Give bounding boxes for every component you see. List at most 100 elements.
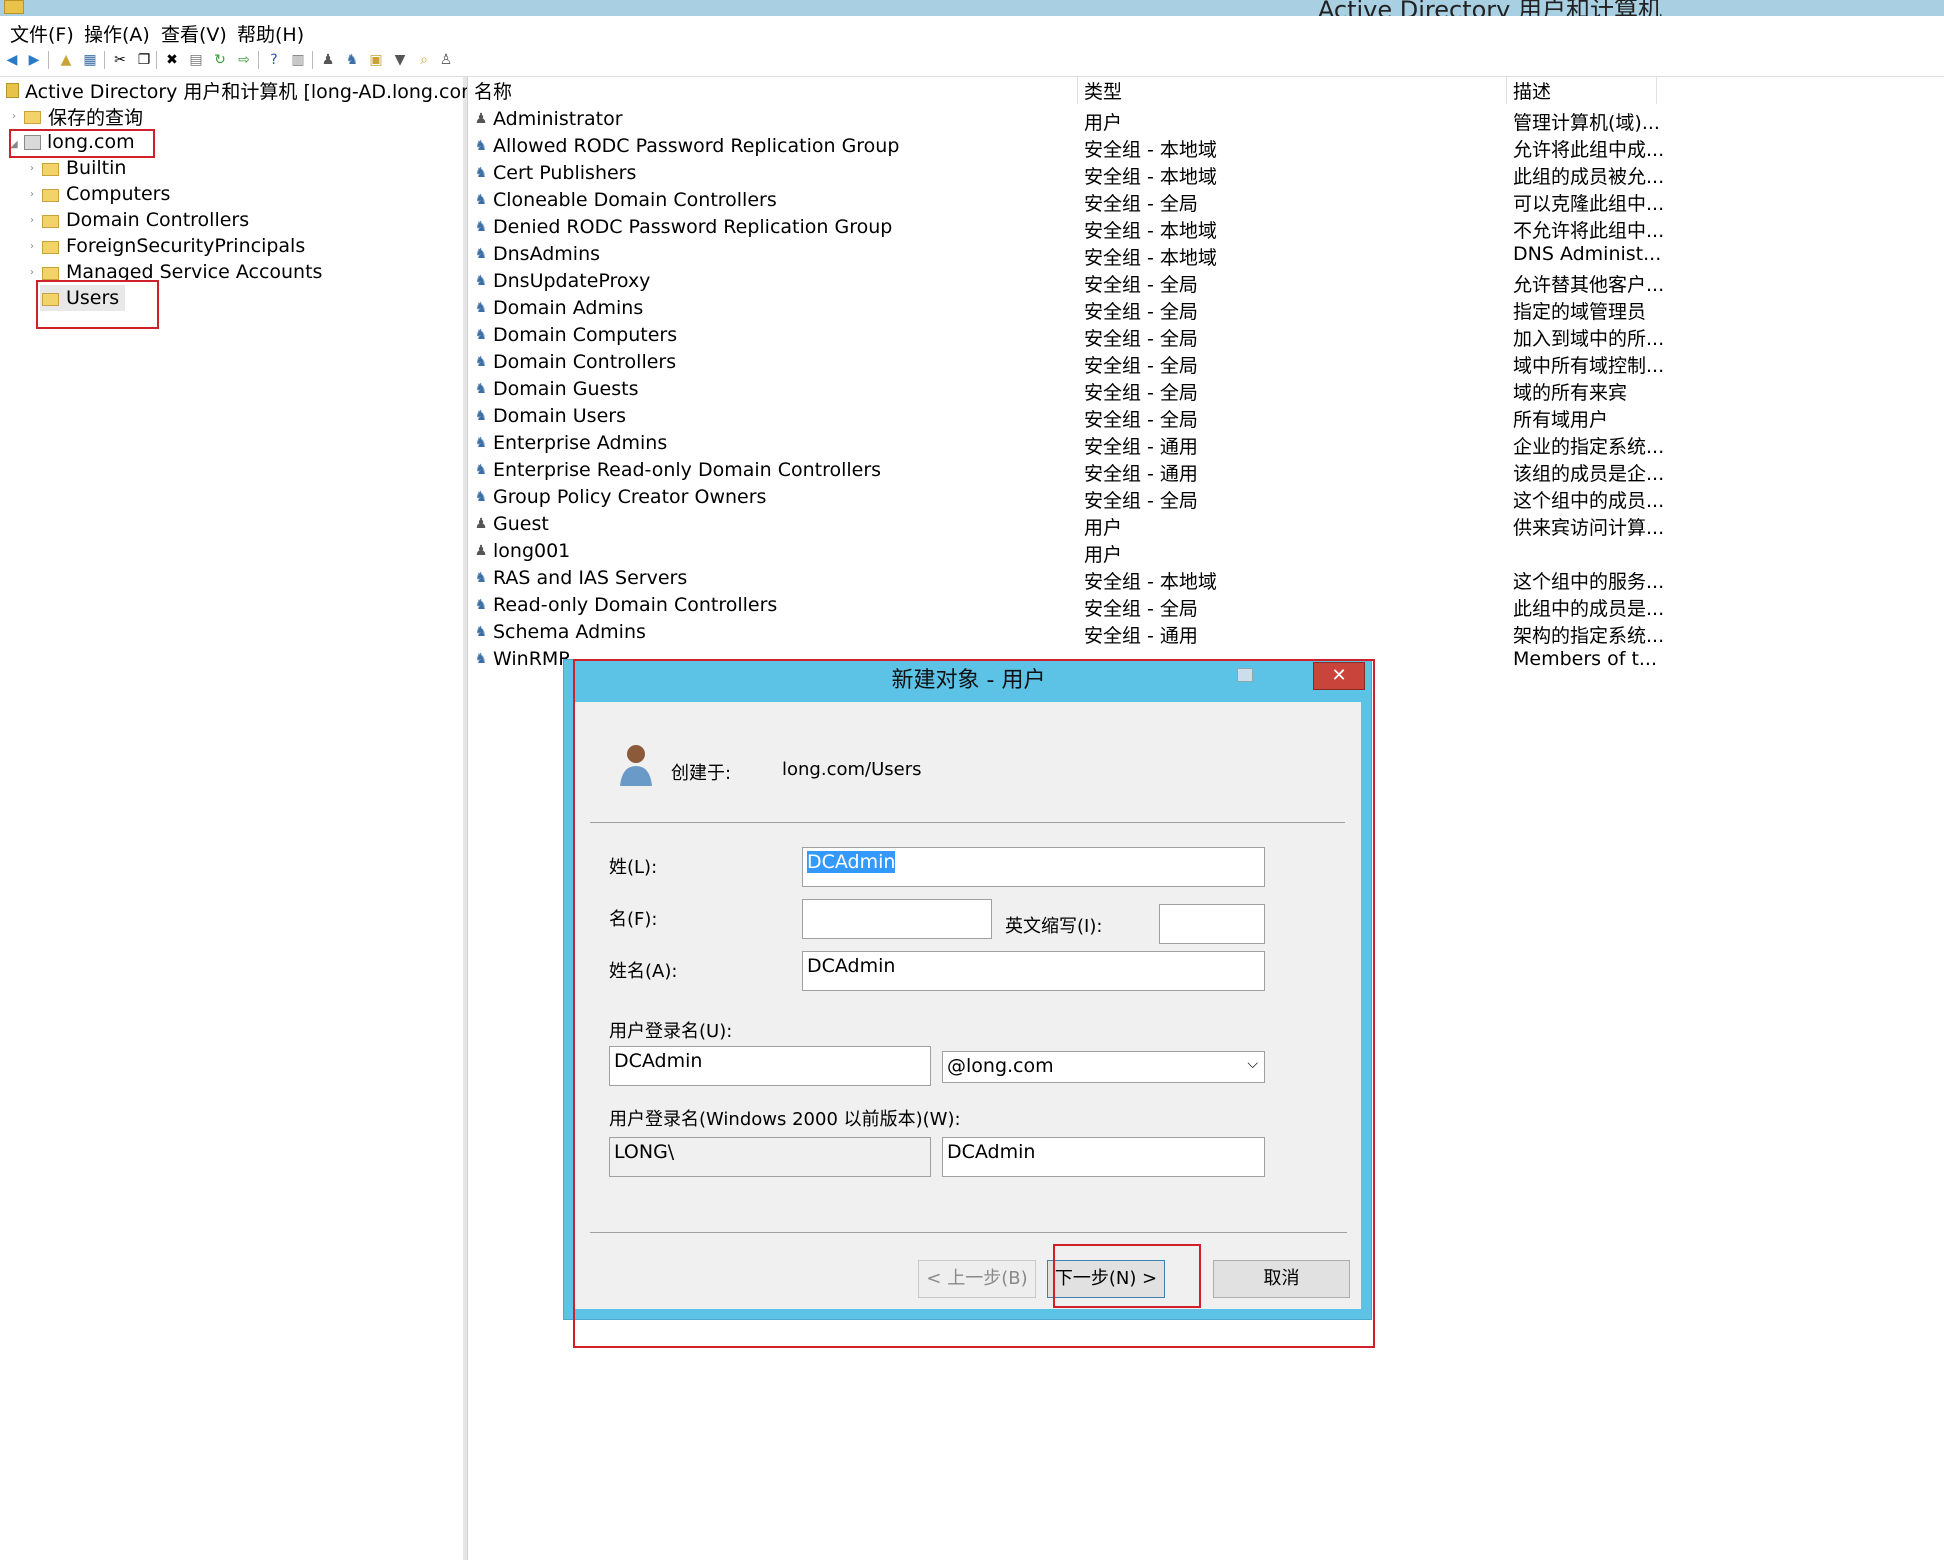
delete-icon[interactable]: ✖ — [164, 52, 180, 68]
group-icon: ♞ — [474, 624, 488, 640]
up-icon[interactable]: ▲ — [58, 52, 74, 68]
row-name-cell: ♞ Cloneable Domain Controllers — [473, 189, 777, 211]
row-name: Allowed RODC Password Replication Group — [493, 135, 900, 157]
export-icon[interactable]: ⇨ — [236, 52, 252, 68]
row-name-cell: ♞ Group Policy Creator Owners — [473, 486, 767, 508]
group-icon: ♞ — [474, 327, 488, 343]
row-name-cell: ♟ Guest — [473, 513, 549, 535]
tree-item-users[interactable]: Users — [40, 285, 126, 311]
table-row[interactable]: ♞ DnsUpdateProxy 安全组 - 全局 允许替其他客户... — [468, 268, 1944, 296]
menu-action[interactable]: 操作(A) — [84, 20, 150, 47]
back-button[interactable]: < 上一步(B) — [918, 1260, 1036, 1298]
table-row[interactable]: ♟ long001 用户 — [468, 538, 1944, 566]
cancel-button[interactable]: 取消 — [1213, 1260, 1350, 1298]
table-row[interactable]: ♞ Domain Guests 安全组 - 全局 域的所有来宾 — [468, 376, 1944, 404]
expand-arrow-icon[interactable]: › — [30, 189, 34, 200]
row-name-cell: ♞ Enterprise Read-only Domain Controllers — [473, 459, 881, 481]
tree-item-domain[interactable]: ◢ long.com — [10, 129, 135, 155]
tree-item-builtin[interactable]: › Builtin — [30, 155, 126, 181]
row-name-cell: ♞ DnsAdmins — [473, 243, 600, 265]
table-row[interactable]: ♟ Administrator 用户 管理计算机(域)... — [468, 106, 1944, 134]
last-name-input[interactable]: DCAdmin — [802, 847, 1265, 887]
expand-arrow-icon[interactable]: › — [30, 241, 34, 252]
collapse-arrow-icon[interactable]: ◢ — [10, 139, 18, 150]
toolbar-separator — [258, 51, 259, 69]
column-header-name[interactable]: 名称 — [468, 77, 1078, 104]
row-type: 安全组 - 通用 — [1084, 436, 1198, 458]
table-row[interactable]: ♞ Cloneable Domain Controllers 安全组 - 全局 可以克… — [468, 187, 1944, 215]
new-ou-icon[interactable]: ▣ — [368, 52, 384, 68]
table-row[interactable]: ♞ Enterprise Read-only Domain Controllers… — [468, 457, 1944, 485]
row-name: long001 — [493, 540, 571, 562]
table-row[interactable]: ♞ Enterprise Admins 安全组 - 通用 企业的指定系统... — [468, 430, 1944, 458]
tree-root[interactable]: Active Directory 用户和计算机 [long-AD.long.co… — [6, 77, 487, 103]
chevron-down-icon: ⌵ — [1247, 1056, 1258, 1072]
forward-icon[interactable]: ▶ — [26, 52, 42, 68]
find-icon[interactable]: ⌕ — [416, 52, 432, 68]
expand-arrow-icon[interactable]: › — [30, 163, 34, 174]
tree-item-foreign-security-principals[interactable]: › ForeignSecurityPrincipals — [30, 233, 305, 259]
group-icon: ♞ — [474, 300, 488, 316]
add-to-group-icon[interactable]: ♙ — [438, 52, 454, 68]
row-name: Denied RODC Password Replication Group — [493, 216, 893, 238]
tree-item-managed-service-accounts[interactable]: › Managed Service Accounts — [30, 259, 322, 285]
refresh-icon[interactable]: ↻ — [212, 52, 228, 68]
tree-item-saved-queries[interactable]: › 保存的查询 — [12, 103, 143, 129]
menu-help[interactable]: 帮助(H) — [237, 20, 304, 47]
table-row[interactable]: ♞ RAS and IAS Servers 安全组 - 本地域 这个组中的服务... — [468, 565, 1944, 593]
table-row[interactable]: ♞ Domain Users 安全组 - 全局 所有域用户 — [468, 403, 1944, 431]
app-icon — [4, 0, 24, 14]
table-row[interactable]: ♞ DnsAdmins 安全组 - 本地域 DNS Administ... — [468, 241, 1944, 269]
row-name: DnsAdmins — [493, 243, 601, 265]
table-row[interactable]: ♞ Denied RODC Password Replication Group 安… — [468, 214, 1944, 242]
row-name: Cert Publishers — [493, 162, 637, 184]
full-name-input[interactable]: DCAdmin — [802, 951, 1265, 991]
row-name-cell: ♞ Read-only Domain Controllers — [473, 594, 778, 616]
new-group-icon[interactable]: ♞ — [344, 52, 360, 68]
column-header-description[interactable]: 描述 — [1507, 77, 1657, 104]
group-icon: ♞ — [474, 246, 488, 262]
next-button[interactable]: 下一步(N) > — [1047, 1260, 1165, 1298]
table-row[interactable]: ♟ Guest 用户 供来宾访问计算... — [468, 511, 1944, 539]
filter-icon[interactable]: ▼ — [392, 52, 408, 68]
table-row[interactable]: ♞ Domain Computers 安全组 - 全局 加入到域中的所... — [468, 322, 1944, 350]
domain-suffix-select[interactable]: @long.com ⌵ — [942, 1051, 1265, 1083]
row-description: 这个组中的成员... — [1513, 490, 1665, 512]
pre2000-logon-input[interactable]: DCAdmin — [942, 1137, 1265, 1177]
user-icon: ♟ — [474, 111, 488, 127]
copy-icon[interactable]: ❐ — [136, 52, 152, 68]
row-description: Members of t... — [1513, 648, 1658, 670]
menu-view[interactable]: 查看(V) — [161, 20, 227, 47]
back-icon[interactable]: ◀ — [4, 52, 20, 68]
view-icon[interactable]: ▥ — [290, 52, 306, 68]
help-icon[interactable]: ? — [266, 52, 282, 68]
table-row[interactable]: ♞ Domain Admins 安全组 - 全局 指定的域管理员 — [468, 295, 1944, 323]
console-tree-icon[interactable]: ▦ — [82, 52, 98, 68]
first-name-input[interactable] — [802, 899, 992, 939]
logon-name-input[interactable]: DCAdmin — [609, 1046, 931, 1086]
expand-arrow-icon[interactable]: › — [30, 215, 34, 226]
expand-arrow-icon[interactable]: › — [30, 267, 34, 278]
table-row[interactable]: ♞ Cert Publishers 安全组 - 本地域 此组的成员被允... — [468, 160, 1944, 188]
group-icon: ♞ — [474, 273, 488, 289]
table-row[interactable]: ♞ Domain Controllers 安全组 - 全局 域中所有域控制... — [468, 349, 1944, 377]
initials-input[interactable] — [1159, 904, 1265, 944]
cut-icon[interactable]: ✂ — [112, 52, 128, 68]
restore-icon[interactable] — [1237, 668, 1253, 682]
table-row[interactable]: ♞ Group Policy Creator Owners 安全组 - 全局 这个组中… — [468, 484, 1944, 512]
row-name: Guest — [493, 513, 549, 535]
row-name-cell: ♞ RAS and IAS Servers — [473, 567, 688, 589]
expand-arrow-icon[interactable]: › — [12, 111, 16, 122]
close-button[interactable]: ✕ — [1313, 662, 1365, 690]
properties-icon[interactable]: ▤ — [188, 52, 204, 68]
new-user-icon[interactable]: ♟ — [320, 52, 336, 68]
table-row[interactable]: ♞ Allowed RODC Password Replication Group… — [468, 133, 1944, 161]
folder-icon — [42, 292, 59, 306]
column-header-type[interactable]: 类型 — [1078, 77, 1507, 104]
table-row[interactable]: ♞ Schema Admins 安全组 - 通用 架构的指定系统... — [468, 619, 1944, 647]
row-description: 企业的指定系统... — [1513, 436, 1665, 458]
menu-file[interactable]: 文件(F) — [10, 20, 74, 47]
table-row[interactable]: ♞ Read-only Domain Controllers 安全组 - 全局 此组中… — [468, 592, 1944, 620]
tree-item-computers[interactable]: › Computers — [30, 181, 170, 207]
tree-item-domain-controllers[interactable]: › Domain Controllers — [30, 207, 249, 233]
